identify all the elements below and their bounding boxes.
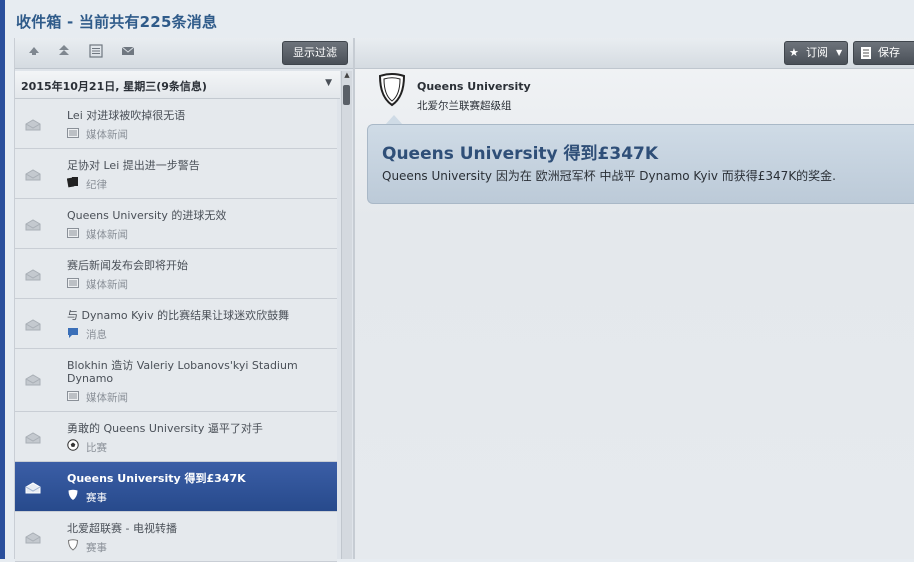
message-list-scrollbar[interactable]: ▲ [341, 71, 352, 559]
message-subject: Lei 对进球被吹掉很无语 [67, 109, 186, 122]
newspaper-icon [67, 228, 79, 238]
envelope-read-icon [25, 374, 41, 386]
message-detail-panel: ★ 订阅 ▼ 保存 Queens University 北爱尔兰联赛超级组 Qu… [353, 38, 914, 559]
list-icon[interactable] [87, 44, 105, 62]
save-label: 保存 [878, 46, 900, 59]
message-item[interactable]: 北爱超联赛 - 电视转播 赛事 [15, 512, 337, 562]
star-icon: ★ [789, 46, 799, 59]
message-category: 媒体新闻 [86, 279, 128, 291]
envelope-read-icon [25, 532, 41, 544]
envelope-icon[interactable] [119, 44, 137, 62]
shield-icon [68, 489, 78, 500]
newspaper-icon [67, 128, 79, 138]
message-subject: 勇敢的 Queens University 逼平了对手 [67, 422, 263, 435]
chevron-down-icon[interactable]: ▼ [325, 78, 332, 88]
message-category: 纪律 [86, 179, 107, 191]
show-filter-button[interactable]: 显示过滤 [282, 41, 348, 65]
club-name-link[interactable]: Queens University [417, 80, 531, 93]
message-subject: 与 Dynamo Kyiv 的比赛结果让球迷欢欣鼓舞 [67, 309, 290, 322]
speech-bubble-icon [68, 328, 78, 338]
scroll-thumb[interactable] [343, 85, 350, 105]
envelope-read-icon [25, 482, 41, 494]
message-body: Queens University 因为在 欧洲冠军杯 中战平 Dynamo K… [382, 169, 836, 183]
title-bar: 收件箱 - 当前共有225条消息 [5, 0, 914, 38]
message-subject: 足协对 Lei 提出进一步警告 [67, 159, 200, 172]
envelope-read-icon [25, 269, 41, 281]
message-item[interactable]: 赛后新闻发布会即将开始 媒体新闻 [15, 249, 337, 299]
message-subject: Queens University 得到£347K [67, 472, 246, 485]
cards-icon [67, 177, 78, 188]
inbox-toolbar: 显示过滤 [15, 38, 353, 69]
message-category: 媒体新闻 [86, 129, 128, 141]
window-left-accent [0, 0, 5, 559]
message-category: 消息 [86, 329, 107, 341]
message-list: Lei 对进球被吹掉很无语 媒体新闻 足协对 Lei 提出进一步警告 纪律 Qu… [15, 99, 337, 562]
envelope-read-icon [25, 119, 41, 131]
arrow-up-icon[interactable] [25, 44, 43, 62]
detail-toolbar: ★ 订阅 ▼ 保存 [355, 38, 914, 69]
date-group-label: 2015年10月21日, 星期三(9条信息) [21, 80, 207, 93]
chevron-down-icon: ▼ [836, 48, 843, 57]
league-name-link[interactable]: 北爱尔兰联赛超级组 [417, 98, 512, 113]
envelope-read-icon [25, 169, 41, 181]
message-category: 媒体新闻 [86, 229, 128, 241]
message-item[interactable]: Lei 对进球被吹掉很无语 媒体新闻 [15, 99, 337, 149]
envelope-read-icon [25, 319, 41, 331]
envelope-read-icon [25, 219, 41, 231]
page-title: 收件箱 - 当前共有225条消息 [16, 13, 218, 31]
save-button[interactable]: 保存 [853, 41, 914, 65]
club-badge-icon[interactable] [378, 73, 406, 107]
message-category: 比赛 [86, 442, 107, 454]
subscribe-button[interactable]: ★ 订阅 ▼ [784, 41, 848, 65]
date-group-header[interactable]: 2015年10月21日, 星期三(9条信息) ▼ [15, 71, 340, 99]
message-subject: 北爱超联赛 - 电视转播 [67, 522, 177, 535]
message-item[interactable]: Blokhin 造访 Valeriy Lobanovs'kyi Stadium … [15, 349, 337, 412]
message-item[interactable]: 勇敢的 Queens University 逼平了对手 比赛 [15, 412, 337, 462]
newspaper-icon [67, 278, 79, 288]
inbox-list-panel: 显示过滤 2015年10月21日, 星期三(9条信息) ▼ Lei 对进球被吹掉… [14, 38, 353, 562]
shield-outline-icon [67, 539, 79, 551]
message-category: 媒体新闻 [86, 392, 128, 404]
message-item[interactable]: 足协对 Lei 提出进一步警告 纪律 [15, 149, 337, 199]
message-subject-line1: Blokhin 造访 Valeriy Lobanovs'kyi Stadium [67, 359, 298, 372]
message-bubble: Queens University 得到£347K Queens Univers… [367, 124, 914, 204]
scroll-up-arrow-icon[interactable]: ▲ [342, 71, 352, 81]
message-subject: 赛后新闻发布会即将开始 [67, 259, 188, 272]
message-subject: Queens University 的进球无效 [67, 209, 227, 222]
message-item[interactable]: Queens University 的进球无效 媒体新闻 [15, 199, 337, 249]
double-arrow-up-icon[interactable] [55, 44, 73, 62]
message-category: 赛事 [86, 492, 107, 504]
message-item[interactable]: 与 Dynamo Kyiv 的比赛结果让球迷欢欣鼓舞 消息 [15, 299, 337, 349]
document-icon [861, 47, 871, 59]
message-subject-line2: Dynamo [67, 372, 114, 385]
message-item-selected[interactable]: Queens University 得到£347K 赛事 [15, 462, 337, 512]
message-category: 赛事 [86, 542, 107, 554]
envelope-read-icon [25, 432, 41, 444]
subscribe-label: 订阅 [806, 46, 828, 59]
newspaper-icon [67, 391, 79, 401]
football-icon [67, 439, 79, 451]
message-headline: Queens University 得到£347K [382, 144, 659, 164]
